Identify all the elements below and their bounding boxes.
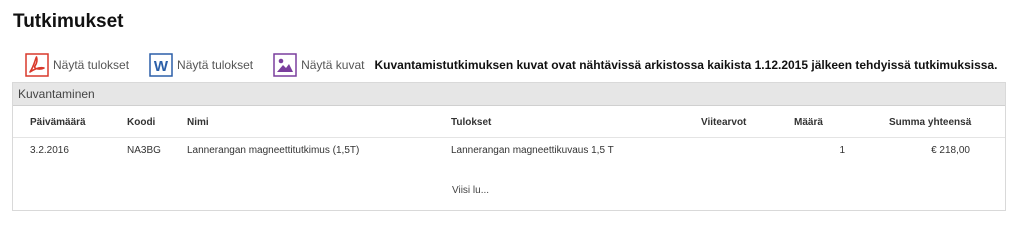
- svg-text:W: W: [154, 58, 169, 75]
- header-divider: [13, 137, 1005, 138]
- pdf-results-label: Näytä tulokset: [53, 58, 130, 72]
- column-header-total[interactable]: Summa yhteensä: [889, 117, 971, 128]
- word-results-label: Näytä tulokset: [177, 58, 254, 72]
- cell-quantity: 1: [839, 145, 845, 156]
- page-title: Tutkimukset: [13, 11, 124, 32]
- imaging-panel: Kuvantaminen Päivämäärä Koodi Nimi Tulok…: [12, 82, 1006, 211]
- archive-notice: Kuvantamistutkimuksen kuvat ovat nähtävi…: [374, 58, 998, 72]
- read-more-link[interactable]: Viisi lu...: [452, 185, 489, 196]
- word-results-button[interactable]: W Näytä tulokset: [149, 53, 253, 77]
- pdf-icon: [25, 53, 49, 77]
- cell-date: 3.2.2016: [30, 145, 69, 156]
- panel-title: Kuvantaminen: [13, 83, 1005, 106]
- column-header-reference[interactable]: Viitearvot: [701, 117, 746, 128]
- image-icon: [273, 53, 297, 77]
- column-header-quantity[interactable]: Määrä: [794, 117, 823, 128]
- cell-code: NA3BG: [127, 145, 161, 156]
- column-header-date[interactable]: Päivämäärä: [30, 117, 86, 128]
- cell-name: Lannerangan magneettitutkimus (1,5T): [187, 145, 360, 156]
- cell-total: € 218,00: [931, 145, 970, 156]
- show-images-label: Näytä kuvat: [301, 58, 365, 72]
- cell-results: Lannerangan magneettikuvaus 1,5 T: [451, 145, 614, 156]
- word-icon: W: [149, 53, 173, 77]
- show-images-button[interactable]: Näytä kuvat: [273, 53, 364, 77]
- column-header-results[interactable]: Tulokset: [451, 117, 491, 128]
- action-bar: Näytä tulokset W Näytä tulokset Näytä ku…: [25, 52, 997, 78]
- column-header-name[interactable]: Nimi: [187, 117, 209, 128]
- pdf-results-button[interactable]: Näytä tulokset: [25, 53, 129, 77]
- column-header-code[interactable]: Koodi: [127, 117, 155, 128]
